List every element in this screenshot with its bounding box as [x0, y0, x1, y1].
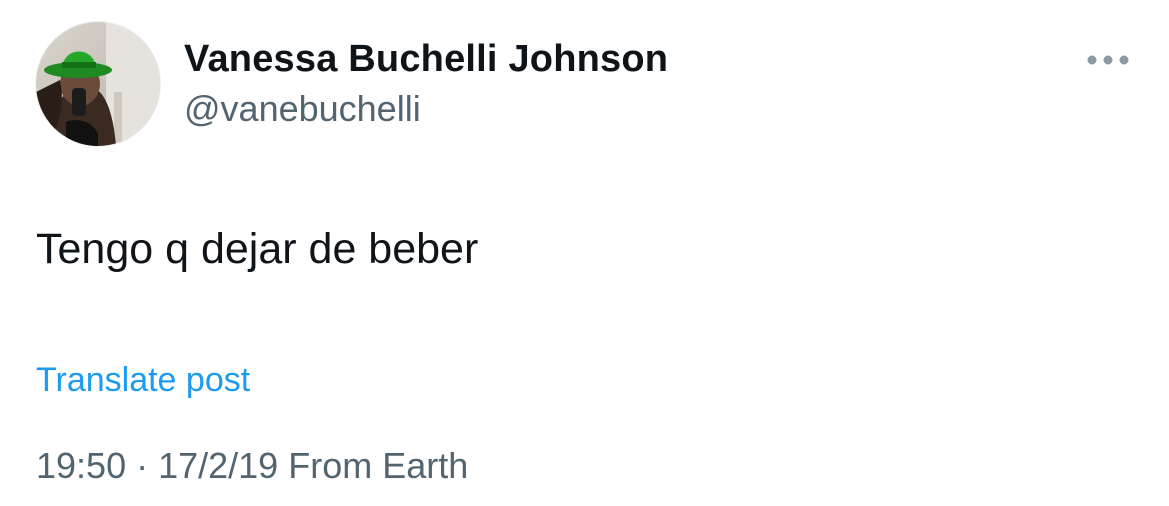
avatar-image [36, 22, 160, 146]
author-handle[interactable]: @vanebuchelli [184, 86, 668, 132]
author-display-name[interactable]: Vanessa Buchelli Johnson [184, 36, 668, 82]
avatar[interactable] [36, 22, 160, 146]
post-card: Vanessa Buchelli Johnson @vanebuchelli T… [0, 0, 1169, 506]
more-options-button[interactable] [1082, 46, 1134, 74]
translate-post-link[interactable]: Translate post [36, 359, 250, 401]
post-source: From Earth [278, 445, 469, 486]
post-timestamp: 19:50 · 17/2/19 From Earth [36, 444, 468, 488]
meta-separator: · [126, 445, 159, 486]
more-horizontal-icon [1087, 55, 1129, 65]
post-date[interactable]: 17/2/19 [158, 445, 278, 486]
post-time[interactable]: 19:50 [36, 445, 126, 486]
author-info: Vanessa Buchelli Johnson @vanebuchelli [184, 36, 668, 132]
post-text: Tengo q dejar de beber [36, 225, 479, 273]
